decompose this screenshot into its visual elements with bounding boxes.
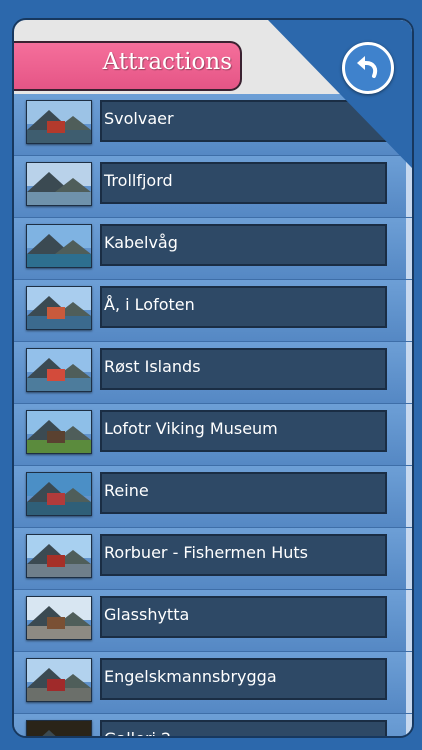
attraction-name: Reine [104,481,149,500]
attraction-name: Kabelvåg [104,233,178,252]
attraction-thumbnail [26,286,92,330]
attraction-label-box[interactable]: Engelskmannsbrygga [100,658,387,700]
thumbnail-house [47,555,65,567]
attractions-list: Svolvaer Trollfjord Kabelvåg Å, i Lofoten Rø… [14,94,412,738]
list-item[interactable]: Å, i Lofoten [14,280,412,342]
page-title: Attractions [102,49,232,75]
attraction-thumbnail [26,720,92,738]
thumbnail-house [47,431,65,443]
attraction-name: Engelskmannsbrygga [104,667,277,686]
attraction-label-box[interactable]: Glasshytta [100,596,387,638]
list-item[interactable]: Kabelvåg [14,218,412,280]
attraction-thumbnail [26,224,92,268]
list-item[interactable]: Lofotr Viking Museum [14,404,412,466]
attraction-name: Lofotr Viking Museum [104,419,278,438]
attraction-label-box[interactable]: Galleri 2 [100,720,387,736]
attraction-thumbnail [26,534,92,578]
list-item[interactable]: Glasshytta [14,590,412,652]
attraction-name: Glasshytta [104,605,190,624]
attraction-name: Galleri 2 [104,729,171,736]
attraction-label-box[interactable]: Lofotr Viking Museum [100,410,387,452]
corner-flap [268,20,412,168]
thumbnail-ground [27,191,91,205]
back-button[interactable] [342,42,394,94]
list-item[interactable]: Røst Islands [14,342,412,404]
thumbnail-mountain [55,736,91,738]
attraction-thumbnail [26,348,92,392]
attraction-thumbnail [26,472,92,516]
attraction-label-box[interactable]: Kabelvåg [100,224,387,266]
attraction-thumbnail [26,410,92,454]
thumbnail-house [47,679,65,691]
attraction-thumbnail [26,596,92,640]
attraction-name: Å, i Lofoten [104,295,195,314]
attraction-name: Røst Islands [104,357,201,376]
attraction-name: Rorbuer - Fishermen Huts [104,543,308,562]
thumbnail-mountain [55,178,91,193]
thumbnail-house [47,121,65,133]
undo-arrow-icon [357,56,378,78]
list-item[interactable]: Rorbuer - Fishermen Huts [14,528,412,590]
list-item[interactable]: Engelskmannsbrygga [14,652,412,714]
attraction-thumbnail [26,658,92,702]
attraction-label-box[interactable]: Rorbuer - Fishermen Huts [100,534,387,576]
attraction-label-box[interactable]: Trollfjord [100,162,387,204]
attractions-panel: Attractions Svolvaer Trollfjord Kabelvåg Å,… [12,18,414,738]
attraction-name: Trollfjord [104,171,173,190]
thumbnail-mountain [27,730,71,736]
attraction-label-box[interactable]: Røst Islands [100,348,387,390]
attraction-label-box[interactable]: Reine [100,472,387,514]
thumbnail-house [47,369,65,381]
thumbnail-mountain [55,240,91,255]
thumbnail-ground [27,253,91,267]
title-tab: Attractions [14,41,242,91]
attraction-name: Svolvaer [104,109,174,128]
thumbnail-house [47,307,65,319]
attraction-label-box[interactable]: Å, i Lofoten [100,286,387,328]
thumbnail-house [47,617,65,629]
list-item[interactable]: Galleri 2 [14,714,412,738]
list-item[interactable]: Reine [14,466,412,528]
attraction-thumbnail [26,100,92,144]
thumbnail-house [47,493,65,505]
attraction-thumbnail [26,162,92,206]
